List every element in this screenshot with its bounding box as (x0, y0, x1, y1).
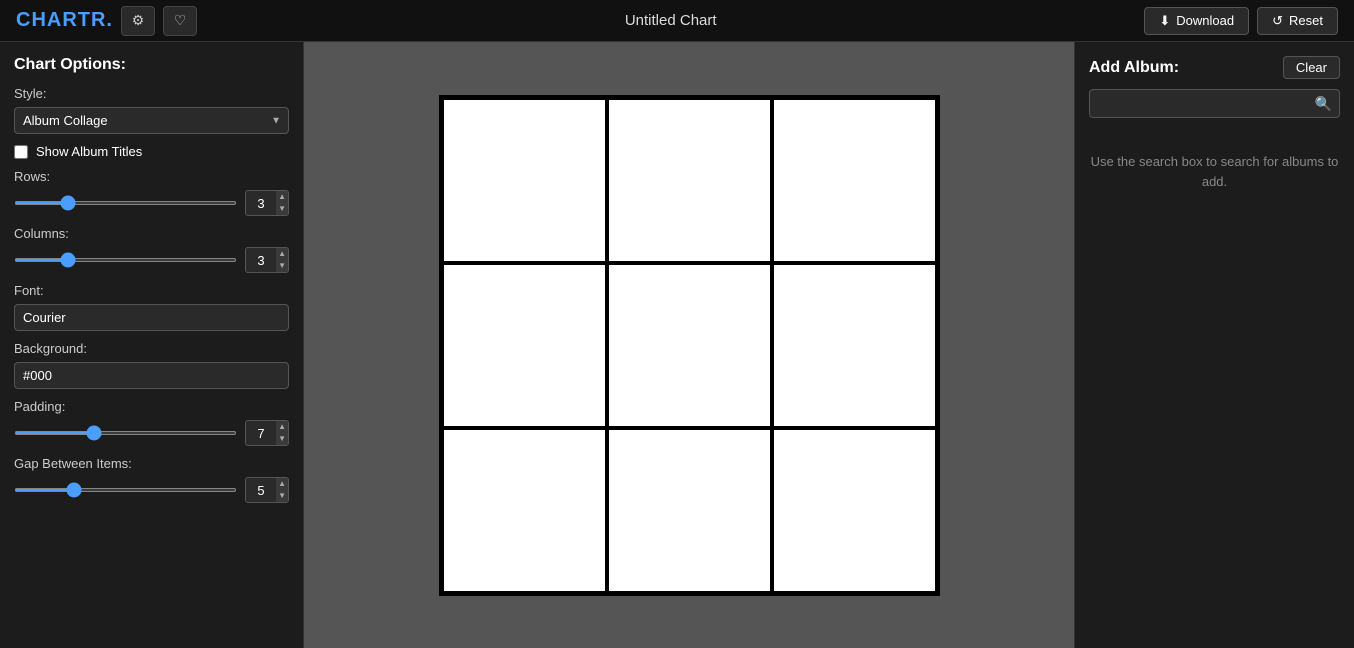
padding-slider-row: 7 ▲ ▼ (14, 420, 289, 446)
download-label: Download (1176, 13, 1234, 28)
style-select[interactable]: Album Collage Top Albums Top Artists (14, 107, 289, 134)
show-titles-label[interactable]: Show Album Titles (36, 144, 142, 159)
collage-cell (442, 428, 607, 593)
download-button[interactable]: ⬇ Download (1144, 7, 1249, 35)
collage-cell (772, 98, 937, 263)
gap-increment[interactable]: ▲ (276, 478, 288, 490)
header-right: ⬇ Download ↺ Reset (1144, 7, 1338, 35)
gap-spinner: 5 ▲ ▼ (245, 477, 289, 503)
rows-slider[interactable] (14, 201, 237, 205)
columns-decrement[interactable]: ▼ (276, 260, 288, 272)
chart-area (304, 42, 1074, 648)
gap-slider-row: 5 ▲ ▼ (14, 477, 289, 503)
logo: CHARTR. (16, 9, 113, 32)
show-titles-checkbox[interactable] (14, 145, 28, 159)
padding-label: Padding: (14, 399, 289, 414)
sidebar: Chart Options: Style: Album Collage Top … (0, 42, 304, 648)
add-album-title: Add Album: (1089, 59, 1179, 77)
columns-increment[interactable]: ▲ (276, 248, 288, 260)
rows-increment[interactable]: ▲ (276, 191, 288, 203)
background-label: Background: (14, 341, 289, 356)
collage-cell (607, 98, 772, 263)
gear-icon: ⚙ (132, 12, 145, 29)
reset-icon: ↺ (1272, 13, 1283, 29)
header-left: CHARTR. ⚙ ♡ (16, 6, 197, 36)
collage-grid (439, 95, 940, 596)
rows-value: 3 (246, 196, 276, 211)
columns-value: 3 (246, 253, 276, 268)
reset-button[interactable]: ↺ Reset (1257, 7, 1338, 35)
style-select-wrapper: Album Collage Top Albums Top Artists (14, 107, 289, 134)
gap-spinner-arrows: ▲ ▼ (276, 478, 288, 502)
settings-button[interactable]: ⚙ (121, 6, 155, 36)
columns-slider[interactable] (14, 258, 237, 262)
padding-decrement[interactable]: ▼ (276, 433, 288, 445)
background-input[interactable] (14, 362, 289, 389)
right-panel-header: Add Album: Clear (1089, 56, 1340, 79)
rows-spinner: 3 ▲ ▼ (245, 190, 289, 216)
collage-cell (772, 428, 937, 593)
header: CHARTR. ⚙ ♡ Untitled Chart ⬇ Download ↺ … (0, 0, 1354, 42)
show-titles-row: Show Album Titles (14, 144, 289, 159)
clear-button[interactable]: Clear (1283, 56, 1340, 79)
columns-spinner-arrows: ▲ ▼ (276, 248, 288, 272)
collage-cell (772, 263, 937, 428)
rows-decrement[interactable]: ▼ (276, 203, 288, 215)
padding-spinner: 7 ▲ ▼ (245, 420, 289, 446)
columns-label: Columns: (14, 226, 289, 241)
padding-spinner-arrows: ▲ ▼ (276, 421, 288, 445)
search-box: 🔍 (1089, 89, 1340, 118)
favorites-button[interactable]: ♡ (163, 6, 197, 36)
gap-value: 5 (246, 483, 276, 498)
collage-cell (607, 263, 772, 428)
padding-increment[interactable]: ▲ (276, 421, 288, 433)
right-panel: Add Album: Clear 🔍 Use the search box to… (1074, 42, 1354, 648)
search-input[interactable] (1089, 89, 1340, 118)
collage-cell (442, 263, 607, 428)
padding-slider[interactable] (14, 431, 237, 435)
chart-title: Untitled Chart (625, 12, 717, 29)
columns-slider-row: 3 ▲ ▼ (14, 247, 289, 273)
search-hint: Use the search box to search for albums … (1089, 152, 1340, 191)
collage-cell (442, 98, 607, 263)
rows-label: Rows: (14, 169, 289, 184)
columns-spinner: 3 ▲ ▼ (245, 247, 289, 273)
font-label: Font: (14, 283, 289, 298)
heart-icon: ♡ (174, 12, 187, 29)
reset-label: Reset (1289, 13, 1323, 28)
chart-options-title: Chart Options: (14, 56, 289, 74)
main-layout: Chart Options: Style: Album Collage Top … (0, 42, 1354, 648)
gap-slider[interactable] (14, 488, 237, 492)
download-icon: ⬇ (1159, 13, 1170, 29)
gap-label: Gap Between Items: (14, 456, 289, 471)
style-label: Style: (14, 86, 289, 101)
gap-decrement[interactable]: ▼ (276, 490, 288, 502)
rows-spinner-arrows: ▲ ▼ (276, 191, 288, 215)
font-input[interactable] (14, 304, 289, 331)
collage-cell (607, 428, 772, 593)
rows-slider-row: 3 ▲ ▼ (14, 190, 289, 216)
padding-value: 7 (246, 426, 276, 441)
